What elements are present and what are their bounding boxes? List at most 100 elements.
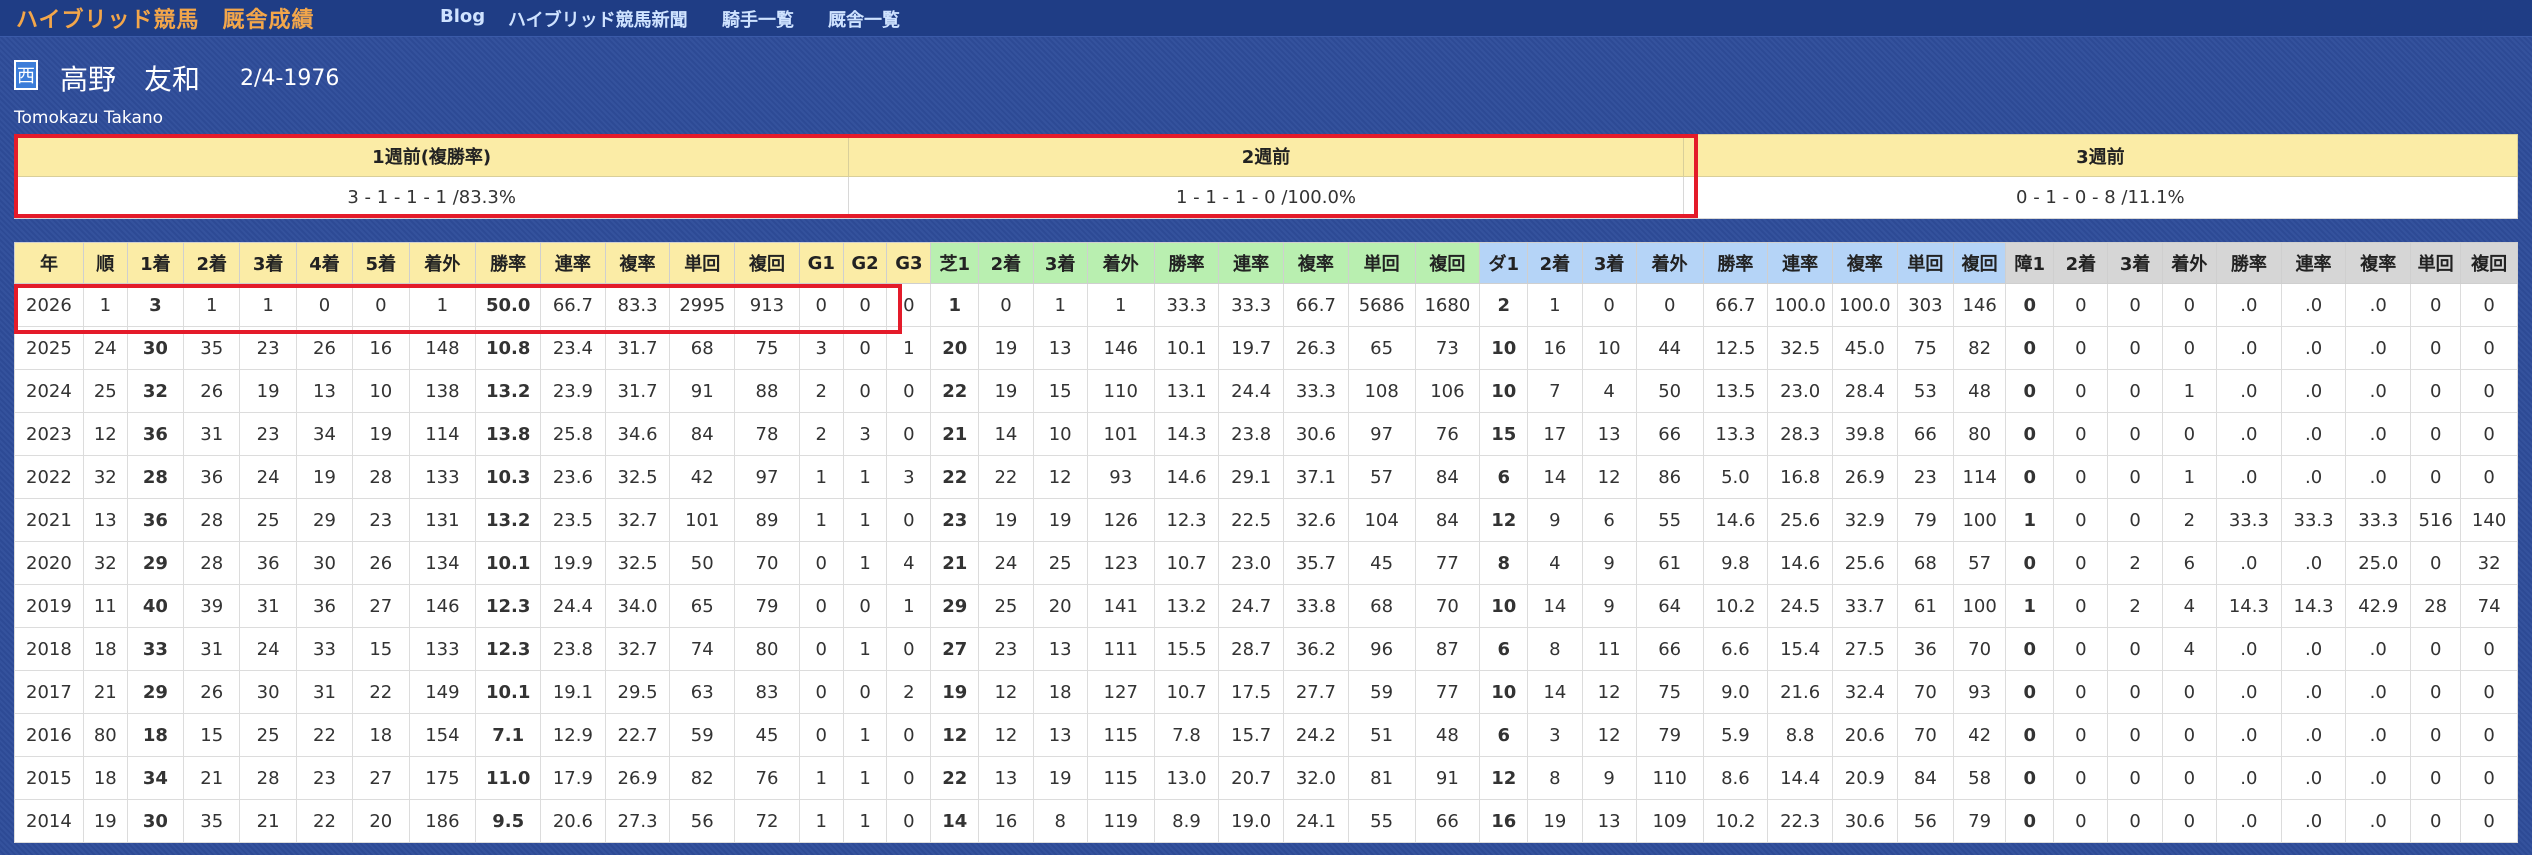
- column-header[interactable]: 2着: [978, 242, 1034, 284]
- stat-cell: .0: [2216, 326, 2282, 370]
- stat-cell: 0: [798, 670, 844, 714]
- jockey-english-name: Tomokazu Takano: [14, 108, 164, 128]
- stat-cell: 33.3: [1153, 283, 1220, 327]
- column-header[interactable]: 順: [82, 242, 128, 284]
- stat-cell: 6: [2161, 541, 2218, 585]
- column-header[interactable]: G3: [886, 242, 932, 284]
- column-header[interactable]: 着外: [1635, 242, 1704, 284]
- column-header[interactable]: 着外: [1086, 242, 1155, 284]
- column-header[interactable]: 複率: [1831, 242, 1898, 284]
- stat-cell: 0: [2053, 670, 2109, 714]
- stat-cell: 14.6: [1767, 541, 1833, 585]
- column-header[interactable]: 単回: [2410, 242, 2462, 284]
- stat-cell: 30: [239, 670, 297, 714]
- nav-jockey-list-link[interactable]: 騎手一覧: [722, 6, 794, 32]
- stat-cell: 13: [1032, 713, 1088, 757]
- column-header[interactable]: 複率: [2345, 242, 2412, 284]
- column-header[interactable]: 2着: [2053, 242, 2109, 284]
- stat-cell: 109: [1635, 799, 1704, 843]
- column-header[interactable]: 着外: [408, 242, 477, 284]
- stat-cell: 154: [408, 713, 477, 757]
- column-header[interactable]: 勝率: [1702, 242, 1769, 284]
- table-row: 2015 18 34 21 28 23 27 175 11.0 17.9 26.9 82 76 1 1 0 22…: [14, 756, 2518, 800]
- stat-cell: 2: [2107, 584, 2163, 628]
- stat-cell: 114: [1953, 455, 2007, 499]
- stat-cell: 4: [2161, 627, 2218, 671]
- stat-cell: 10.2: [1702, 584, 1769, 628]
- column-header[interactable]: 3着: [1032, 242, 1088, 284]
- stat-cell: 34: [295, 412, 354, 456]
- column-header[interactable]: 2着: [1527, 242, 1583, 284]
- stat-cell: 146: [408, 584, 477, 628]
- stat-cell: 0: [886, 713, 932, 757]
- nav-blog-link[interactable]: Blog: [440, 6, 485, 27]
- column-header[interactable]: 着外: [2161, 242, 2218, 284]
- stat-cell: 51: [1347, 713, 1416, 757]
- stat-cell: 22.5: [1218, 498, 1285, 542]
- column-header[interactable]: 勝率: [2216, 242, 2282, 284]
- column-header[interactable]: 連率: [2280, 242, 2347, 284]
- stat-cell: 0: [2460, 283, 2518, 327]
- stat-cell: 18: [126, 713, 185, 757]
- stat-cell: 0: [2410, 627, 2462, 671]
- column-header[interactable]: 連率: [1767, 242, 1833, 284]
- column-header[interactable]: 3着: [2107, 242, 2163, 284]
- column-header[interactable]: 勝率: [1153, 242, 1220, 284]
- stat-cell: 23.0: [1218, 541, 1285, 585]
- stat-cell: 0: [2460, 627, 2518, 671]
- table-row: 2019 11 40 39 31 36 27 146 12.3 24.4 34.0 65 79 0 0 1 29…: [14, 584, 2518, 628]
- column-header[interactable]: 3着: [239, 242, 297, 284]
- stat-cell: 12.3: [475, 627, 541, 671]
- column-header[interactable]: 単回: [669, 242, 736, 284]
- stat-cell: .0: [2280, 326, 2347, 370]
- nav-newspaper-link[interactable]: ハイブリッド競馬新聞: [508, 6, 688, 32]
- column-header[interactable]: 4着: [295, 242, 354, 284]
- stat-cell: 89: [734, 498, 800, 542]
- stat-cell: 175: [408, 756, 477, 800]
- stat-cell: 13: [1581, 412, 1637, 456]
- column-header[interactable]: 複率: [604, 242, 671, 284]
- stat-cell: 32: [126, 369, 185, 413]
- stat-cell: .0: [2216, 799, 2282, 843]
- stat-cell: 14: [1527, 670, 1583, 714]
- site-title[interactable]: ハイブリッド競馬 厩舎成績: [16, 2, 315, 34]
- column-header[interactable]: 複率: [1283, 242, 1349, 284]
- stat-cell: 0: [2053, 627, 2109, 671]
- stat-cell: 33.3: [2345, 498, 2412, 542]
- column-header[interactable]: 勝率: [475, 242, 541, 284]
- stat-cell: 9: [1581, 756, 1637, 800]
- stat-cell: 0: [2005, 799, 2055, 843]
- column-header[interactable]: 単回: [1896, 242, 1955, 284]
- stat-cell: 74: [2460, 584, 2518, 628]
- column-header[interactable]: 複回: [1953, 242, 2007, 284]
- stat-cell: 7.8: [1153, 713, 1220, 757]
- column-header[interactable]: 複回: [1414, 242, 1481, 284]
- column-header[interactable]: G1: [798, 242, 844, 284]
- stat-cell: 57: [1347, 455, 1416, 499]
- column-header[interactable]: 連率: [1218, 242, 1285, 284]
- column-header[interactable]: 2着: [183, 242, 241, 284]
- stat-cell: 75: [1635, 670, 1704, 714]
- column-header[interactable]: 芝1: [930, 242, 980, 284]
- column-header[interactable]: 障1: [2005, 242, 2055, 284]
- stat-cell: 30: [126, 799, 185, 843]
- stat-cell: 28.7: [1218, 627, 1285, 671]
- stat-cell: 0: [798, 713, 844, 757]
- column-header[interactable]: 複回: [2460, 242, 2518, 284]
- column-header[interactable]: 1着: [126, 242, 185, 284]
- nav-stable-list-link[interactable]: 厩舎一覧: [828, 6, 900, 32]
- column-header[interactable]: 連率: [540, 242, 606, 284]
- stat-cell: 42: [1953, 713, 2007, 757]
- stat-cell: 27.7: [1283, 670, 1349, 714]
- column-header[interactable]: 複回: [734, 242, 800, 284]
- stat-cell: 2: [798, 369, 844, 413]
- column-header[interactable]: ダ1: [1479, 242, 1529, 284]
- stat-cell: 23.6: [540, 455, 606, 499]
- stat-cell: 0: [2005, 283, 2055, 327]
- column-header[interactable]: 5着: [352, 242, 410, 284]
- column-header[interactable]: 3着: [1581, 242, 1637, 284]
- stat-cell: 32.5: [1767, 326, 1833, 370]
- column-header[interactable]: 年: [14, 242, 84, 284]
- column-header[interactable]: G2: [842, 242, 888, 284]
- column-header[interactable]: 単回: [1347, 242, 1416, 284]
